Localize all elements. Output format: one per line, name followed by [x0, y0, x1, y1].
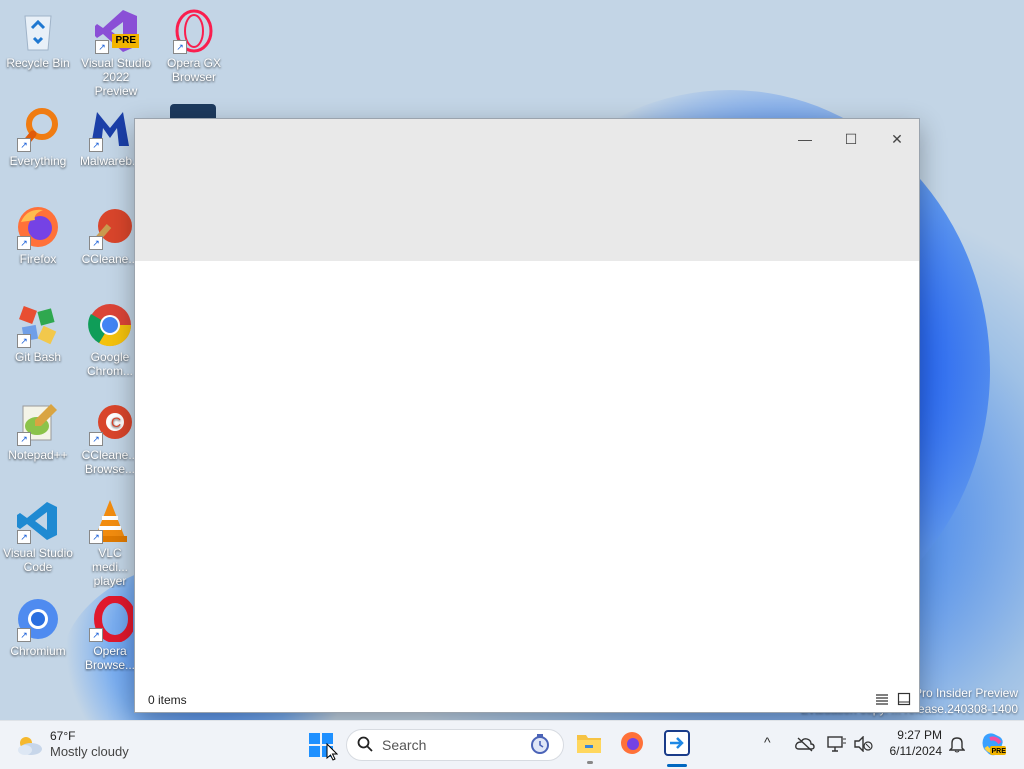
network-display-icon[interactable] — [827, 735, 847, 758]
ccleaner-icon: ↗ — [87, 204, 133, 250]
ccleaner-browser-icon: C ↗ — [87, 400, 133, 446]
desktop-icon-chromium[interactable]: ↗ Chromium — [2, 596, 74, 658]
shortcut-arrow-icon: ↗ — [17, 628, 31, 642]
shortcut-arrow-icon: ↗ — [17, 432, 31, 446]
shortcut-arrow-icon: ↗ — [173, 40, 187, 54]
desktop-icon-label: Visual Studio Code — [3, 546, 73, 574]
desktop-icon-label: Recycle Bin — [6, 56, 70, 70]
volume-muted-icon[interactable] — [853, 735, 873, 757]
shortcut-arrow-icon: ↗ — [89, 432, 103, 446]
desktop-icon-label: Firefox — [19, 252, 57, 266]
vlc-cone-icon: ↗ — [87, 498, 133, 544]
firefox-icon: ↗ — [15, 204, 61, 250]
start-button[interactable] — [306, 729, 339, 761]
desktop-icon-firefox[interactable]: ↗ Firefox — [2, 204, 74, 266]
weather-description: Mostly cloudy — [50, 744, 129, 759]
weather-widget[interactable]: 67°F Mostly cloudy — [14, 727, 144, 763]
shortcut-arrow-icon: ↗ — [89, 138, 103, 152]
clock-date: 6/11/2024 — [889, 744, 943, 758]
shortcut-arrow-icon: ↗ — [17, 530, 31, 544]
clock[interactable]: 9:27 PM 6/11/2024 — [880, 727, 943, 759]
window-status-bar: 0 items — [135, 688, 919, 712]
maximize-button[interactable]: ☐ — [829, 125, 873, 153]
desktop-icon-vscode[interactable]: ↗ Visual Studio Code — [2, 498, 74, 574]
opera-gx-icon: ↗ — [171, 8, 217, 54]
desktop-icon-git-bash[interactable]: ↗ Git Bash — [2, 302, 74, 364]
desktop-icon-vlc[interactable]: ↗ VLC medi... player — [80, 498, 140, 588]
desktop-icon-label: Opera Browse... — [84, 644, 135, 672]
mouse-cursor-icon — [326, 742, 339, 766]
minimize-button[interactable]: — — [783, 125, 827, 153]
remote-app-taskbar-icon[interactable] — [664, 730, 690, 761]
shortcut-arrow-icon: ↗ — [89, 530, 103, 544]
desktop-icon-ccleaner[interactable]: ↗ CCleane... — [80, 204, 140, 266]
preview-badge: PRE — [112, 34, 139, 48]
search-placeholder: Search — [382, 737, 427, 753]
desktop-icon-opera[interactable]: ↗ Opera Browse... — [80, 596, 140, 672]
shortcut-arrow-icon: ↗ — [17, 138, 31, 152]
desktop-icon-visual-studio-preview[interactable]: PRE ↗ Visual Studio 2022 Preview — [80, 8, 152, 98]
active-app-indicator — [667, 764, 687, 767]
close-button[interactable]: ✕ — [875, 125, 919, 153]
chromium-icon: ↗ — [15, 596, 61, 642]
desktop-icon-ccleaner-browser[interactable]: C ↗ CCleane... Browse... — [80, 400, 140, 476]
notepad-plus-plus-icon: ↗ — [15, 400, 61, 446]
cloudy-weather-icon — [14, 733, 44, 762]
shortcut-arrow-icon: ↗ — [95, 40, 109, 54]
file-explorer-taskbar-icon[interactable] — [576, 731, 602, 760]
desktop-icon-label: Opera GX Browser — [166, 56, 222, 84]
svg-text:C: C — [111, 414, 121, 430]
empty-explorer-window[interactable]: — ☐ ✕ 0 items — [134, 118, 920, 713]
shortcut-arrow-icon: ↗ — [89, 628, 103, 642]
large-icons-view-icon[interactable] — [897, 692, 911, 709]
everything-search-icon: ↗ — [15, 106, 61, 152]
shortcut-arrow-icon: ↗ — [17, 334, 31, 348]
window-title-area[interactable]: — ☐ ✕ — [135, 119, 919, 261]
desktop-icon-opera-gx[interactable]: ↗ Opera GX Browser — [158, 8, 230, 84]
malwarebytes-icon: ↗ — [87, 106, 133, 152]
firefox-taskbar-icon[interactable] — [620, 731, 644, 760]
details-view-icon[interactable] — [875, 692, 889, 709]
desktop-icon-label: Notepad++ — [8, 448, 68, 462]
opera-icon: ↗ — [87, 596, 136, 643]
weather-temperature: 67°F — [50, 729, 76, 743]
desktop-icon-notepadpp[interactable]: ↗ Notepad++ — [2, 400, 74, 462]
vscode-icon: ↗ — [15, 498, 61, 544]
desktop-icon-label: VLC medi... player — [91, 546, 128, 588]
search-icon — [357, 736, 373, 757]
taskbar-search-box[interactable]: Search — [346, 729, 564, 761]
desktop-icon-malwarebytes[interactable]: ↗ Malwareb... — [80, 106, 140, 168]
clock-time: 9:27 PM — [897, 728, 942, 742]
notifications-bell-icon[interactable] — [948, 735, 966, 758]
desktop-icon-everything[interactable]: ↗ Everything — [2, 106, 74, 168]
recycle-bin-icon — [15, 8, 61, 54]
desktop-icon-recycle-bin[interactable]: Recycle Bin — [2, 8, 74, 70]
desktop-icon-label: Malwareb... — [80, 154, 140, 168]
search-highlight-icon — [529, 733, 551, 760]
show-hidden-icons-chevron[interactable]: ^ — [764, 734, 771, 750]
desktop-icon-google-chrome[interactable]: Google Chrom... — [80, 302, 140, 378]
desktop-icon-label: Visual Studio 2022 Preview — [81, 56, 151, 98]
onedrive-offline-icon[interactable] — [795, 736, 815, 757]
visual-studio-icon: PRE ↗ — [93, 8, 139, 54]
git-bash-icon: ↗ — [15, 302, 61, 348]
copilot-pre-icon[interactable]: PRE — [980, 731, 1006, 762]
item-count-label: 0 items — [148, 693, 187, 707]
desktop-icon-label: Git Bash — [14, 350, 62, 364]
chrome-icon — [87, 302, 133, 348]
window-content-area[interactable] — [135, 261, 919, 688]
windows-edition-watermark: Pro Insider Preview — [913, 686, 1018, 700]
running-indicator — [587, 761, 593, 764]
desktop-icon-label: CCleane... Browse... — [81, 448, 139, 476]
desktop-icon-label: Everything — [9, 154, 67, 168]
desktop-icon-label: Chromium — [10, 644, 66, 658]
shortcut-arrow-icon: ↗ — [89, 236, 103, 250]
shortcut-arrow-icon: ↗ — [17, 236, 31, 250]
svg-text:PRE: PRE — [992, 748, 1007, 755]
desktop-icon-label: CCleane... — [81, 252, 139, 266]
desktop-icon-label: Google Chrom... — [86, 350, 133, 378]
